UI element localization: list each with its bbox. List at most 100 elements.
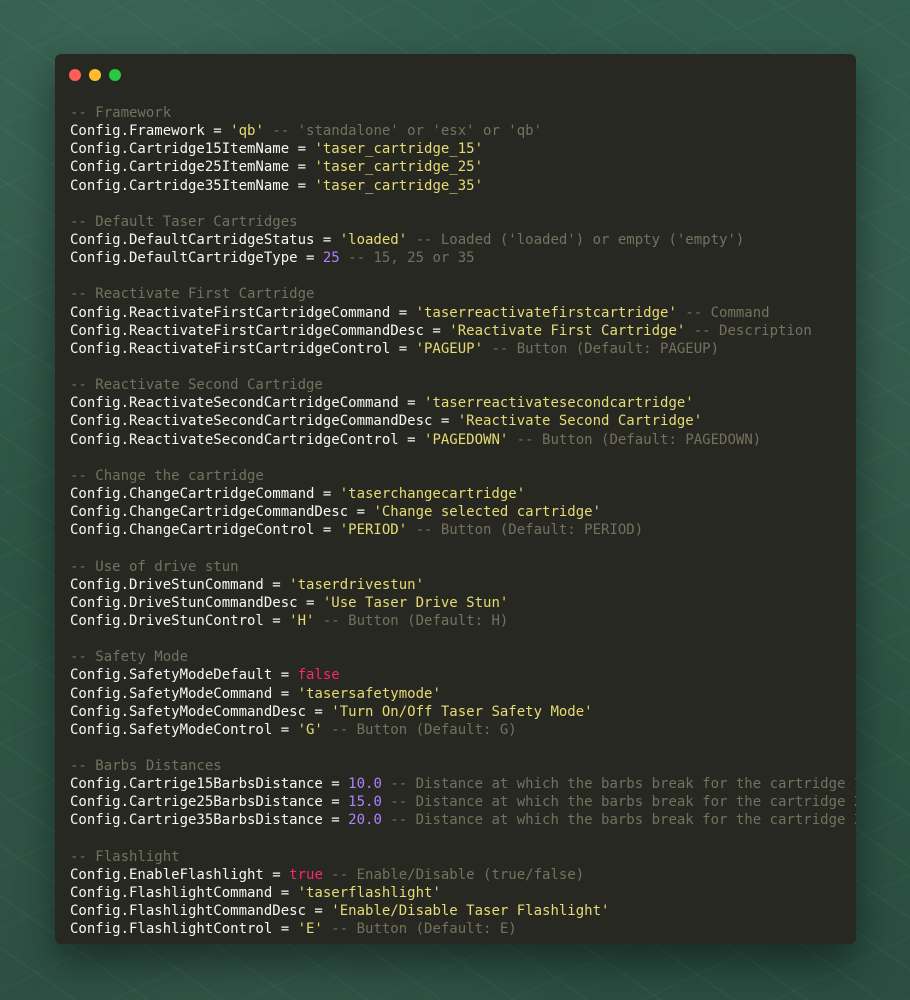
code-comment: -- 'standalone' or 'esx' or 'qb' [263,123,543,140]
code-comment: -- Button (Default: PAGEDOWN) [508,431,762,448]
code-string: 'E' [297,921,323,938]
code-text: Config.DefaultCartridgeType = [70,250,323,267]
code-line: Config.ReactivateSecondCartridgeControl … [70,431,851,449]
code-line: Config.ChangeCartridgeCommand = 'taserch… [70,485,851,503]
code-text: Config.ReactivateFirstCartridgeCommandDe… [70,322,450,339]
code-line: Config.ChangeCartridgeControl = 'PERIOD'… [70,521,851,539]
code-line: Config.Cartridge25ItemName = 'taser_cart… [70,158,851,176]
code-string: 'Reactivate Second Cartridge' [457,413,703,430]
code-line: Config.ReactivateFirstCartridgeCommand =… [70,304,851,322]
code-string: 'tasersafetymode' [297,685,441,702]
code-comment: -- Flashlight [70,848,180,865]
code-string: 'G' [297,721,323,738]
code-text: Config.ChangeCartridgeControl = [70,522,340,539]
code-text: Config.Cartridge15ItemName = [70,141,315,158]
code-text: Config.DriveStunCommandDesc = [70,594,323,611]
code-comment: -- Loaded ('loaded') or empty ('empty') [407,231,745,248]
code-line: Config.Cartridge15ItemName = 'taser_cart… [70,140,851,158]
code-line: -- Default Taser Cartridges [70,213,851,231]
code-line: Config.ReactivateSecondCartridgeCommand … [70,394,851,412]
window-titlebar [55,54,856,96]
code-line: Config.ReactivateFirstCartridgeControl =… [70,340,851,358]
code-comment: -- Button (Default: E) [322,921,517,938]
code-comment: -- Button (Default: G) [322,721,517,738]
code-text: Config.SafetyModeCommandDesc = [70,703,332,720]
code-comment: -- Button (Default: PERIOD) [407,522,644,539]
code-string: 'H' [289,612,315,629]
code-line: Config.Cartrige35BarbsDistance = 20.0 --… [70,811,856,829]
code-text: Config.ReactivateSecondCartridgeControl … [70,431,425,448]
code-number: 20.0 [348,812,382,829]
code-text: Config.FlashlightCommand = [70,885,298,902]
code-line: Config.SafetyModeDefault = false [70,666,851,684]
code-line: -- Use of drive stun [70,558,851,576]
code-editor[interactable]: -- Framework Config.Framework = 'qb' -- '… [70,104,856,944]
code-line: Config.SafetyModeCommand = 'tasersafetym… [70,685,851,703]
code-line: -- Change the cartridge [70,467,851,485]
code-line: Config.FlashlightCommand = 'taserflashli… [70,884,851,902]
code-comment: -- Use of drive stun [70,558,239,575]
code-number: 25 [322,250,340,267]
close-window-button[interactable] [69,69,81,81]
code-line: -- Reactivate First Cartridge [70,285,851,303]
code-string: 'taser_cartridge_25' [314,159,484,176]
code-line: Config.DefaultCartridgeType = 25 -- 15, … [70,249,851,267]
code-number: 10.0 [348,776,382,793]
code-line: Config.DefaultCartridgeStatus = 'loaded'… [70,231,851,249]
code-comment: -- Default Taser Cartridges [70,213,298,230]
code-line: -- Safety Mode [70,648,851,666]
zoom-window-button[interactable] [109,69,121,81]
code-number: 15.0 [348,794,382,811]
code-line: Config.DriveStunCommandDesc = 'Use Taser… [70,594,851,612]
code-comment: -- Enable/Disable (true/false) [322,866,585,883]
code-line: Config.Cartrige25BarbsDistance = 15.0 --… [70,793,856,811]
code-line: Config.Framework = 'qb' -- 'standalone' … [70,122,851,140]
code-string: 'qb' [230,123,264,140]
code-text: Config.DriveStunCommand = [70,576,290,593]
code-line: Config.EnableFlashlight = true -- Enable… [70,866,851,884]
code-comment: -- Distance at which the barbs break for… [381,776,856,793]
code-comment: -- Reactivate Second Cartridge [70,377,323,394]
code-comment: -- Framework [70,105,172,121]
code-string: 'loaded' [339,231,408,248]
code-text: Config.EnableFlashlight = [70,866,290,883]
code-comment: -- Button (Default: H) [314,612,509,629]
code-text: Config.Framework = [70,123,231,140]
code-text: Config.Cartrige25BarbsDistance = [70,794,349,811]
code-keyword: false [297,667,340,684]
code-string: 'Reactivate First Cartridge' [449,322,686,339]
code-comment: -- 15, 25 or 35 [339,250,475,267]
code-text: Config.ChangeCartridgeCommandDesc = [70,504,374,521]
code-text: Config.ReactivateSecondCartridgeCommandD… [70,413,458,430]
code-comment: -- Button (Default: PAGEUP) [483,340,720,357]
code-text: Config.ReactivateSecondCartridgeCommand … [70,395,425,412]
code-line: -- Framework [70,104,851,122]
code-keyword: true [289,866,323,883]
code-line: Config.SafetyModeControl = 'G' -- Button… [70,721,851,739]
minimize-window-button[interactable] [89,69,101,81]
code-string: 'taserchangecartridge' [339,485,526,502]
code-string: 'Enable/Disable Taser Flashlight' [331,903,610,920]
code-comment: -- Distance at which the barbs break for… [381,812,856,829]
code-line: Config.DriveStunControl = 'H' -- Button … [70,612,851,630]
code-line: Config.Cartrige15BarbsDistance = 10.0 --… [70,775,856,793]
code-string: 'taserreactivatefirstcartridge' [415,304,677,321]
code-line: -- Barbs Distances [70,757,851,775]
code-text: Config.FlashlightControl = [70,921,298,938]
code-line: Config.DriveStunCommand = 'taserdrivestu… [70,576,851,594]
code-string: 'PAGEDOWN' [424,431,509,448]
code-text: Config.ChangeCartridgeCommand = [70,485,340,502]
code-string: 'taserflashlight' [297,885,441,902]
code-string: 'taser_cartridge_15' [314,141,484,158]
code-line: Config.ChangeCartridgeCommandDesc = 'Cha… [70,503,851,521]
code-line: Config.FlashlightCommandDesc = 'Enable/D… [70,902,851,920]
code-string: 'taser_cartridge_35' [314,177,484,194]
code-line: -- Reactivate Second Cartridge [70,376,851,394]
code-comment: -- Reactivate First Cartridge [70,286,315,303]
